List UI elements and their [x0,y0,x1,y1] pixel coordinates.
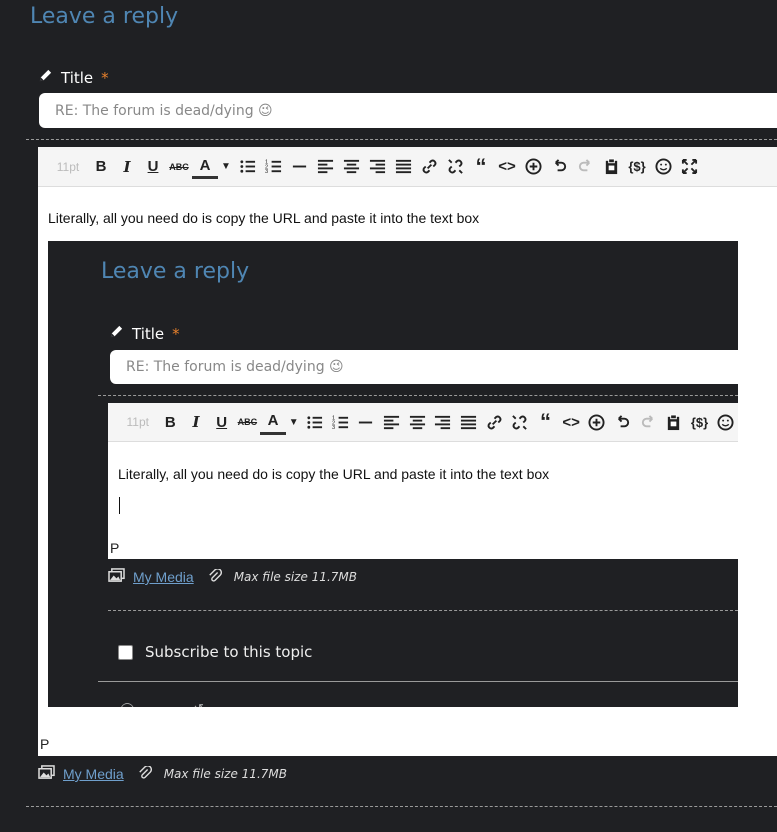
strikethrough-icon: ABC [237,417,258,427]
emoji-icon [712,409,738,435]
emoji-icon[interactable] [650,154,676,180]
underline-icon: U [216,413,228,431]
text-color-icon[interactable]: A [192,154,218,179]
redo-icon [635,409,661,435]
align-right-icon[interactable] [364,154,390,180]
inner-page-title: Leave a reply [101,259,250,284]
inner-my-media-link: My Media [133,569,194,585]
justify-icon [456,409,482,435]
divider [26,806,777,807]
code-icon[interactable]: <> [494,154,520,180]
align-right-icon [430,409,456,435]
text-caret [119,497,120,514]
inner-path-label: P [110,540,120,556]
shortcode-icon[interactable]: {$} [624,154,650,180]
inner-separator [98,681,738,682]
code-icon: <> [562,413,580,431]
font-size-select[interactable]: 11pt [48,154,88,180]
subscribe-row: Subscribe to this topic [118,643,312,661]
pencil-icon [109,324,124,343]
inner-cut-off-buttons: ◯ ▬▬▬ ↺ ▬▬▬▬ ▭ ▬▬▬▬ [120,701,344,707]
horizontal-rule-icon [353,409,379,435]
inner-required-mark: * [172,324,180,343]
inner-title-label-text: Title [132,324,165,343]
align-left-icon[interactable] [312,154,338,180]
inner-divider [108,610,738,611]
path-label: P [40,736,50,752]
editor-toolbar: 11pt B I U ABC A ▼ 123 “ <> {$} [38,147,777,187]
blockquote-icon: “ [540,409,552,434]
page-title: Leave a reply [30,4,179,29]
chevron-down-icon: ▼ [288,416,299,428]
link-icon[interactable] [416,154,442,180]
max-file-size: Max file size 11.7MB [163,767,287,781]
align-center-icon [404,409,430,435]
required-mark: * [101,68,109,87]
divider [26,139,777,140]
shortcode-icon: {$} [690,414,709,430]
title-input[interactable]: RE: The forum is dead/dying 😉 [39,93,777,128]
align-left-icon [379,409,405,435]
title-label-text: Title [61,68,94,87]
italic-icon: I [192,413,200,431]
bold-icon: B [164,413,176,431]
bullet-list-icon[interactable] [234,154,260,180]
chevron-down-icon[interactable]: ▼ [218,154,234,180]
justify-icon[interactable] [390,154,416,180]
editor[interactable]: 11pt B I U ABC A ▼ 123 “ <> {$} Literall… [38,147,777,756]
inner-media-row: My Media Max file size 11.7MB [108,567,357,586]
link-icon [481,409,507,435]
inner-editor: 11pt B I U ABC A ▼ 123 “ <> {$} Literall… [108,403,738,559]
numbered-list-icon: 123 [327,409,353,435]
cut-off-icon: ↺ ▬▬▬▬ [193,701,260,707]
strikethrough-icon[interactable]: ABC [166,154,192,180]
undo-icon [610,409,636,435]
editor-text: Literally, all you need do is copy the U… [48,210,480,226]
numbered-list-icon[interactable]: 123 [260,154,286,180]
images-icon [108,568,125,586]
inner-editor-text: Literally, all you need do is copy the U… [118,466,550,482]
subscribe-label: Subscribe to this topic [145,643,313,661]
plus-circle-icon [584,409,610,435]
plus-circle-icon[interactable] [520,154,546,180]
italic-icon[interactable]: I [114,154,140,180]
fullscreen-icon[interactable] [676,154,702,180]
images-icon [38,765,55,783]
redo-icon[interactable] [572,154,598,180]
svg-text:3: 3 [265,169,268,175]
text-color-icon: A [260,410,286,435]
paperclip-icon [208,567,222,586]
my-media-link[interactable]: My Media [63,766,124,782]
inner-title-input: RE: The forum is dead/dying 😉 [110,350,738,384]
unlink-icon [507,409,533,435]
bold-icon[interactable]: B [88,154,114,180]
horizontal-rule-icon[interactable] [286,154,312,180]
unlink-icon[interactable] [442,154,468,180]
title-label: Title * [38,68,109,87]
paste-icon [661,409,687,435]
blockquote-icon[interactable]: “ [468,154,494,180]
cut-off-icon: ▭ ▬▬▬▬ [276,701,344,707]
svg-text:3: 3 [332,425,335,431]
underline-icon[interactable]: U [140,154,166,180]
bullet-list-icon [302,409,328,435]
paperclip-icon[interactable] [138,764,152,783]
media-row: My Media Max file size 11.7MB [38,764,287,783]
inner-font-size-select: 11pt [126,415,149,429]
inner-max-file-size: Max file size 11.7MB [233,570,357,584]
inner-editor-toolbar: 11pt B I U ABC A ▼ 123 “ <> {$} [108,403,738,442]
subscribe-checkbox [118,644,133,660]
paste-icon[interactable] [598,154,624,180]
cut-off-icon: ◯ ▬▬▬ [120,701,177,707]
align-center-icon[interactable] [338,154,364,180]
embedded-screenshot: Leave a reply Title * RE: The forum is d… [48,241,738,707]
pencil-icon [38,68,53,87]
inner-title-label: Title * [109,324,180,343]
undo-icon[interactable] [546,154,572,180]
inner-divider [98,395,738,396]
